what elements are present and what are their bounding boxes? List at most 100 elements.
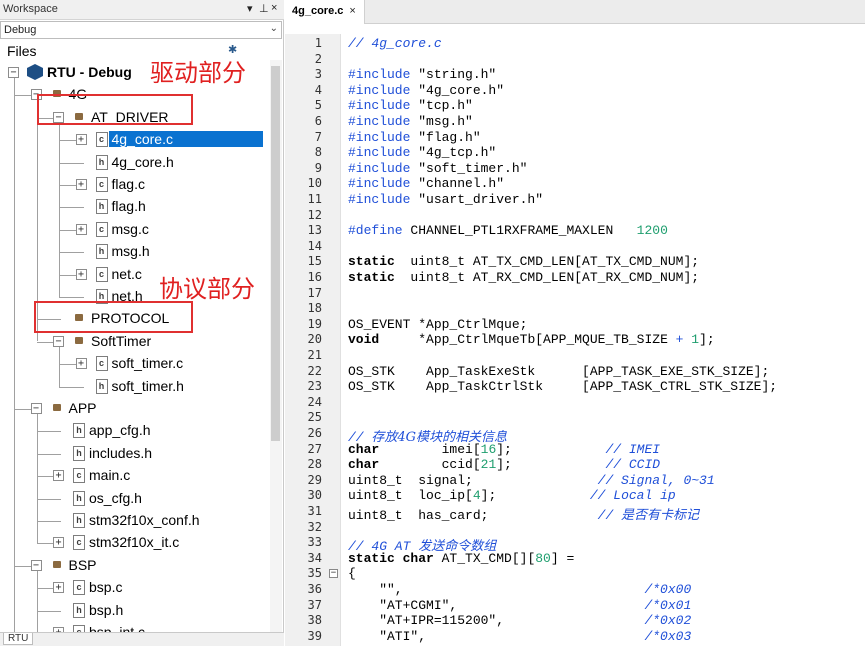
- close-icon[interactable]: ×: [271, 2, 277, 14]
- expand-icon[interactable]: +: [75, 269, 87, 280]
- fold-toggle-icon[interactable]: −: [329, 569, 338, 578]
- h-file-icon: h: [73, 491, 85, 506]
- code-token: #include: [348, 98, 419, 113]
- code-token: // 4g_core.c: [348, 36, 442, 51]
- code-token: ];: [480, 488, 590, 503]
- tree-connector: [59, 207, 84, 208]
- code-token: "soft_timer.h": [418, 161, 528, 176]
- code-token: ];: [496, 457, 606, 472]
- line-number: 16: [307, 270, 322, 284]
- workspace-bottom-tabs: RTU: [0, 632, 284, 646]
- tree-item-label: bsp.h: [89, 602, 124, 618]
- code-token: void: [348, 332, 380, 347]
- workspace-title-bar: Workspace ▾ ⊥ ×: [0, 0, 284, 20]
- code-token: "4g_tcp.h": [418, 145, 497, 160]
- tab-close-icon[interactable]: ×: [349, 5, 355, 17]
- code-token: // IMEI: [605, 442, 661, 457]
- expand-icon[interactable]: +: [75, 179, 87, 190]
- h-file-icon: h: [95, 199, 108, 214]
- code-line: #include "msg.h": [348, 114, 473, 129]
- code-token: ccid[: [379, 457, 481, 472]
- tree-connector: [14, 566, 15, 632]
- code-line: #include "channel.h": [348, 176, 504, 191]
- code-line: OS_STK App_TaskCtrlStk [APP_TASK_CTRL_ST…: [348, 379, 777, 394]
- code-token: "AT+CGMI",: [348, 598, 645, 613]
- line-number: 37: [307, 598, 322, 612]
- tab-label: 4g_core.c: [292, 5, 344, 17]
- expand-icon[interactable]: +: [53, 582, 64, 593]
- tree-item-label: flag.h: [111, 198, 146, 214]
- line-number: 7: [314, 130, 322, 144]
- collapse-icon[interactable]: −: [30, 403, 42, 414]
- code-token: uint8_t loc_ip[: [348, 488, 473, 503]
- line-number: 8: [314, 145, 322, 159]
- code-token: /*0x02: [644, 613, 692, 628]
- tree-item-label: main.c: [89, 467, 131, 483]
- tree-item-label: stm32f10x_it.c: [89, 534, 180, 550]
- configuration-select[interactable]: Debug ⌄: [0, 21, 282, 39]
- tree-scrollbar[interactable]: [270, 60, 282, 632]
- tree-item-label: 4g_core.c: [108, 131, 263, 147]
- code-line: #include "usart_driver.h": [348, 192, 543, 207]
- project-icon: [27, 64, 43, 80]
- tree-connector: [59, 387, 84, 388]
- configuration-value: Debug: [4, 24, 37, 36]
- code-area[interactable]: // 4g_core.c #include "string.h" #include …: [348, 34, 863, 646]
- tree-item-label: RTU - Debug: [47, 64, 132, 80]
- line-number: 39: [307, 629, 322, 643]
- line-number: 34: [307, 551, 322, 565]
- code-token: AT_TX_CMD[][: [433, 551, 536, 566]
- tree-item-label: net.c: [111, 266, 142, 282]
- code-token: #include: [348, 176, 419, 191]
- h-file-icon: h: [73, 603, 85, 618]
- tree-item-label: msg.h: [111, 243, 150, 259]
- files-header: Files: [7, 43, 37, 59]
- c-file-icon: c: [73, 625, 85, 632]
- code-token: ];: [496, 442, 606, 457]
- tab-4g-core-c[interactable]: 4g_core.c ×: [285, 0, 365, 24]
- code-token: "flag.h": [418, 130, 481, 145]
- code-token: uint8_t signal;: [348, 473, 598, 488]
- line-number: 24: [307, 395, 322, 409]
- code-line: // 4g_core.c: [348, 36, 442, 51]
- expand-icon[interactable]: +: [75, 134, 87, 145]
- code-line: #include "4g_tcp.h": [348, 145, 496, 160]
- expand-icon[interactable]: +: [53, 537, 64, 548]
- c-file-icon: c: [95, 222, 108, 237]
- code-line: "ATI", /*0x03: [348, 629, 691, 644]
- tree-item-label: bsp.c: [89, 579, 123, 595]
- h-file-icon: h: [73, 446, 85, 461]
- expand-icon[interactable]: +: [75, 358, 87, 369]
- collapse-icon[interactable]: −: [30, 560, 42, 571]
- c-file-icon: c: [95, 132, 108, 147]
- tab-rtu[interactable]: RTU: [3, 633, 34, 645]
- collapse-icon[interactable]: −: [8, 67, 19, 78]
- code-token: #include: [348, 130, 419, 145]
- expand-icon[interactable]: +: [75, 224, 87, 235]
- scrollbar-thumb[interactable]: [271, 66, 280, 441]
- code-token: ];: [699, 332, 715, 347]
- code-token: #include: [348, 161, 419, 176]
- code-token: 16: [480, 442, 497, 457]
- dropdown-arrow-icon[interactable]: ▾: [247, 2, 253, 15]
- tree-connector: [36, 611, 61, 612]
- driver-annotation: 驱动部分: [150, 59, 246, 87]
- code-token: CHANNEL_PTL1RXFRAME_MAXLEN: [410, 223, 637, 238]
- tree-item-label: BSP: [68, 557, 97, 573]
- tree-item-label: flag.c: [111, 176, 145, 192]
- expand-icon[interactable]: +: [53, 470, 64, 481]
- tree-connector: [59, 252, 84, 253]
- tree-item-label: soft_timer.h: [111, 378, 184, 394]
- line-number: 36: [307, 582, 322, 596]
- code-line: uint8_t signal; // Signal, 0~31: [348, 473, 715, 488]
- code-token: #include: [348, 145, 419, 160]
- pin-icon[interactable]: ⊥: [259, 2, 269, 15]
- h-file-icon: h: [73, 513, 85, 528]
- c-file-icon: c: [95, 267, 108, 282]
- collapse-icon[interactable]: −: [53, 336, 64, 347]
- line-number: 31: [307, 504, 322, 518]
- code-token: /*0x01: [644, 598, 692, 613]
- code-line: #include "string.h": [348, 67, 496, 82]
- chevron-down-icon: ⌄: [269, 23, 278, 34]
- code-token: "usart_driver.h": [418, 192, 544, 207]
